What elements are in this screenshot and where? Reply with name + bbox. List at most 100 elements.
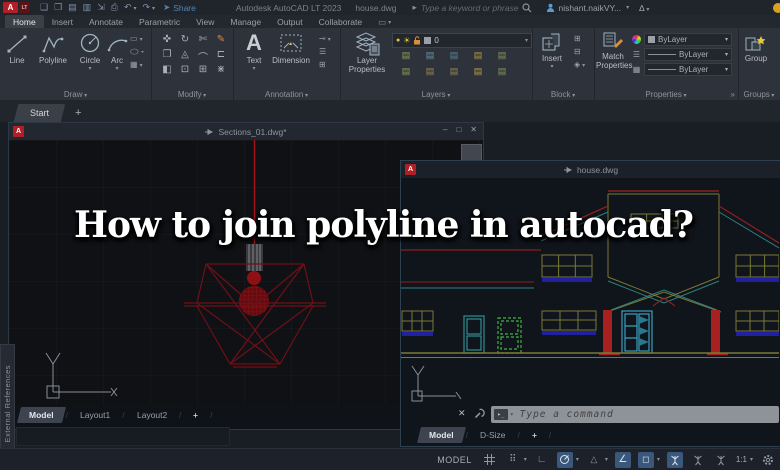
color-wheel-icon[interactable] <box>632 35 641 44</box>
layout-tab-layout2[interactable]: Layout2 <box>125 407 179 423</box>
match-properties-tool[interactable]: MatchProperties <box>596 30 630 70</box>
group-tool[interactable]: Group <box>741 32 771 63</box>
layout-tab-layout1[interactable]: Layout1 <box>68 407 122 423</box>
table-icon[interactable]: ⊞ <box>319 60 331 69</box>
layer-on-icon[interactable]: ● <box>396 37 400 44</box>
ribbon-display-toggle[interactable]: ▭ <box>370 15 399 28</box>
edit-block-icon[interactable]: ⊟ <box>574 47 585 56</box>
tab-manage[interactable]: Manage <box>222 15 269 28</box>
lineweight-select[interactable]: ByLayer ▾ <box>644 48 732 61</box>
modify-panel-label[interactable]: Modify <box>151 90 233 99</box>
search-box[interactable]: ▸ Type a keyword or phrase <box>413 2 533 13</box>
tab-annotate[interactable]: Annotate <box>81 15 131 28</box>
layer-freeze-icon[interactable]: ☀ <box>403 36 410 45</box>
arc-tool[interactable]: Arc▾ <box>104 32 130 72</box>
layer-tool-icon[interactable]: ▤ <box>490 66 514 82</box>
ellipse-tool-icon[interactable]: ◯ <box>130 48 144 54</box>
open-icon[interactable]: ❐ <box>54 2 62 13</box>
new-icon[interactable]: ❏ <box>40 2 48 13</box>
chevron-down-icon[interactable]: ▾ <box>525 37 528 44</box>
layer-tool-icon[interactable]: ▤ <box>490 50 514 66</box>
create-block-icon[interactable]: ⊞ <box>574 34 585 43</box>
save-icon[interactable]: ▤ <box>68 2 77 13</box>
line-tool[interactable]: Line <box>3 32 31 65</box>
array-icon[interactable]: ⊞ <box>194 64 212 79</box>
lineweight-icon[interactable]: ☰ <box>633 50 640 59</box>
move-icon[interactable]: ✜ <box>158 34 176 49</box>
file-tab-start[interactable]: Start <box>14 104 66 122</box>
block-attributes-icon[interactable]: ◈ <box>574 60 585 69</box>
polyline-tool[interactable]: Polyline <box>32 32 74 65</box>
tab-home[interactable]: Home <box>5 15 44 28</box>
leader-icon[interactable]: ⊸ <box>319 34 331 43</box>
text-tool[interactable]: A Text▾ <box>241 30 267 72</box>
mleader-icon[interactable]: ☰ <box>319 47 331 56</box>
tab-collaborate[interactable]: Collaborate <box>311 15 370 28</box>
layer-tool-icon[interactable]: ▤ <box>466 66 490 82</box>
new-drawing-button[interactable]: + <box>75 107 81 119</box>
layout-tab-model[interactable]: Model <box>417 427 466 443</box>
chevron-down-icon[interactable]: ▾ <box>576 456 579 463</box>
insert-block-tool[interactable]: Insert▾ <box>536 32 568 70</box>
notification-icon[interactable] <box>773 3 780 13</box>
erase-icon[interactable]: ✎ <box>212 34 230 49</box>
hatch-tool-icon[interactable]: ▦ <box>130 60 144 69</box>
close-command-icon[interactable]: ✕ <box>458 408 466 419</box>
chevron-down-icon[interactable]: ▾ <box>605 456 608 463</box>
redo-icon[interactable]: ↷ <box>143 2 156 13</box>
house-window-titlebar[interactable]: house.dwg <box>401 161 780 178</box>
layer-tool-icon[interactable]: ▤ <box>418 66 442 82</box>
search-input[interactable]: Type a keyword or phrase <box>421 3 519 13</box>
draw-panel-label[interactable]: Draw <box>0 90 151 99</box>
dimension-tool[interactable]: Dimension <box>269 32 313 65</box>
layer-select[interactable]: ● ☀ 0 ▾ <box>392 33 532 48</box>
tab-parametric[interactable]: Parametric <box>131 15 188 28</box>
trim-icon[interactable]: ✄ <box>194 34 212 49</box>
stretch-icon[interactable]: ◧ <box>158 64 176 79</box>
rotate-icon[interactable]: ↻ <box>176 34 194 49</box>
layer-tool-icon[interactable]: ▤ <box>442 66 466 82</box>
tab-insert[interactable]: Insert <box>44 15 81 28</box>
layer-tool-icon[interactable]: ▤ <box>442 50 466 66</box>
layer-tool-icon[interactable]: ▤ <box>394 50 418 66</box>
layer-properties-tool[interactable]: LayerProperties <box>346 30 388 74</box>
chevron-down-icon[interactable]: ▾ <box>657 456 660 463</box>
polar-tracking-icon[interactable] <box>557 452 573 468</box>
offset-icon[interactable]: ⊏ <box>212 49 230 64</box>
circle-tool[interactable]: Circle▾ <box>75 32 105 72</box>
chevron-down-icon[interactable]: ▾ <box>510 411 514 418</box>
linetype-icon[interactable]: ▦ <box>633 65 641 74</box>
layer-tool-icon[interactable]: ▤ <box>466 50 490 66</box>
layer-color-swatch[interactable] <box>424 37 431 44</box>
copy-icon[interactable]: ❐ <box>158 49 176 64</box>
autocad-logo-icon[interactable]: A <box>3 2 18 13</box>
grid-display-icon[interactable] <box>482 452 498 468</box>
mirror-icon[interactable]: ◬ <box>176 49 194 64</box>
fillet-icon[interactable]: ⌒ <box>194 49 212 64</box>
explode-icon[interactable]: ⋇ <box>212 64 230 79</box>
panel-expand-icon[interactable]: » <box>731 90 735 99</box>
layout-tab-dsize[interactable]: D-Size <box>468 427 518 443</box>
close-button[interactable]: ✕ <box>470 125 477 134</box>
wrench-icon[interactable] <box>474 407 486 419</box>
command-history-icon[interactable]: ▸_ <box>494 409 508 420</box>
object-color-select[interactable]: ByLayer ▾ <box>644 33 732 46</box>
minimize-button[interactable]: – <box>443 125 447 134</box>
autodesk-app-icon[interactable]: ∆ <box>639 3 649 13</box>
autoscale-icon[interactable] <box>690 452 706 468</box>
share-button[interactable]: ➤ Share <box>163 2 196 13</box>
chevron-down-icon[interactable]: ▾ <box>524 456 527 463</box>
annotation-visibility-icon[interactable] <box>667 452 683 468</box>
export-icon[interactable]: ⇲ <box>97 2 105 13</box>
annotation-scale-icon[interactable] <box>713 452 729 468</box>
command-input[interactable]: ▸_ ▾ Type a command <box>491 406 779 423</box>
tab-output[interactable]: Output <box>269 15 311 28</box>
user-account-menu[interactable]: nishant.naikVY... <box>546 3 629 13</box>
new-layout-button[interactable]: + <box>520 427 549 443</box>
new-layout-button[interactable]: + <box>181 407 210 423</box>
snap-mode-icon[interactable]: ⠿ <box>505 452 521 468</box>
model-space-button[interactable]: MODEL <box>437 455 472 465</box>
layer-tool-icon[interactable]: ▤ <box>394 66 418 82</box>
maximize-button[interactable]: □ <box>456 125 461 134</box>
external-references-palette-tab[interactable]: External References <box>0 344 15 464</box>
